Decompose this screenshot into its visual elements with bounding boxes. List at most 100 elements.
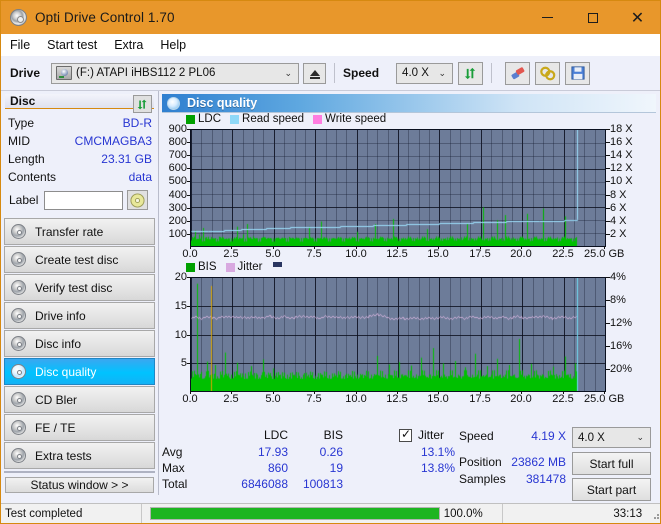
x-axis-tick-label: 7.5 [306,393,322,405]
disc-row-type: Type BD-R [8,114,152,132]
x-axis-tick-label: 5.0 [265,393,281,405]
sidebar-item-cd-bler[interactable]: CD Bler [4,386,155,413]
progress-bar-fill [150,508,439,519]
sidebar-item-label: CD Bler [35,392,78,407]
sidebar-item-fe-te[interactable]: FE / TE [4,414,155,441]
disc-row-value: CMCMAGBA3 [74,134,152,148]
x-axis-tick [480,246,481,249]
speed-label: Speed [343,66,380,80]
y-axis-tick [187,363,190,364]
stats-row-total-bis: 100813 [302,477,343,491]
x-axis-tick [563,246,564,249]
eject-icon [309,70,320,79]
status-bar: Test completed 100.0% 33:13 [1,503,660,523]
maximize-icon [587,12,598,23]
title-bar: Opti Drive Control 1.70 ✕ [1,1,660,34]
disc-label-button[interactable] [127,190,149,210]
resize-grip[interactable] [646,507,660,521]
sidebar-item-transfer-rate[interactable]: Transfer rate [4,218,155,245]
sidebar-item-label: Disc info [35,336,82,351]
start-part-button[interactable]: Start part [572,478,651,501]
disc-row-contents: Contents data [8,168,152,186]
drive-select[interactable]: (F:) ATAPI iHBS112 2 PL06 ⌄ [51,62,300,84]
y-axis-tick-label: 300 [168,202,187,214]
disc-row-value: 23.31 GB [101,152,152,166]
legend-item-read-speed: Read speed [230,113,304,125]
bitsetting-button[interactable] [535,61,561,85]
disc-info-list: Type BD-R MID CMCMAGBA3 Length 23.31 GB … [1,109,158,212]
speed-select[interactable]: 4.0 X ⌄ [396,62,454,84]
close-button[interactable]: ✕ [615,1,660,34]
x-axis-tick-label: 22.5 [552,248,574,260]
legend-label-bis: BIS [198,261,217,273]
y2-axis-tick-label: 20% [610,363,633,375]
x-axis-tick [356,391,357,394]
disc-refresh-button[interactable] [133,95,152,113]
transfer-rate-icon [11,224,26,239]
x-axis-tick-label: 10.0 [345,248,367,260]
minimize-button[interactable] [525,1,570,34]
y2-axis-tick [606,300,610,301]
x-axis-tick [521,391,522,394]
sidebar-item-verify-test-disc[interactable]: Verify test disc [4,274,155,301]
x-axis-tick [521,246,522,249]
bis-plot-area [190,277,606,392]
sidebar-item-extra-tests[interactable]: Extra tests [4,442,155,469]
sidebar-item-drive-info[interactable]: Drive info [4,302,155,329]
y-axis-tick [187,168,190,169]
start-full-button[interactable]: Start full [572,452,651,475]
sidebar-item-label: Disc quality [35,364,97,379]
content-area: Disc Type BD-R MID CMCMAGBA3 Length 23.3… [1,91,660,501]
x-axis-tick-label: 20.0 [510,393,532,405]
y-axis-tick [187,208,190,209]
menu-item-extra[interactable]: Extra [114,38,143,52]
y2-axis-tick [606,221,610,222]
stats-row-max-ldc: 860 [267,461,288,475]
y-axis-tick-label: 900 [168,123,187,135]
menu-item-start-test[interactable]: Start test [47,38,97,52]
save-button[interactable] [565,61,591,85]
legend-label-read-speed: Read speed [242,113,305,125]
menu-item-file[interactable]: File [10,38,30,52]
x-axis-tick-label: 15.0 [427,248,449,260]
disc-label-row: Label [8,190,152,210]
eject-button[interactable] [303,62,327,84]
stats-row-avg-label: Avg [162,445,183,459]
status-window-button[interactable]: Status window > > [5,477,154,493]
disc-label-input[interactable] [44,190,124,210]
app-icon [10,9,27,26]
maximize-button[interactable] [570,1,615,34]
y2-axis-tick-label: 4% [610,271,626,283]
x-axis-tick [438,246,439,249]
disc-row-key: Type [8,116,35,130]
disc-label-icon [130,192,145,208]
x-axis-tick-label: 15.0 [427,393,449,405]
extra-tests-icon [11,448,26,463]
test-speed-value: 4.0 X [578,431,605,444]
x-axis-tick [438,391,439,394]
jitter-checkbox[interactable] [399,427,412,442]
readout-speed-value: 4.19 X [531,429,566,443]
stats-col-bis: BIS [323,428,343,442]
x-axis-tick [190,391,191,394]
y-axis-tick-label: 10 [174,329,187,341]
create-test-disc-icon [11,252,26,267]
refresh-button[interactable] [458,61,484,85]
test-speed-select[interactable]: 4.0 X ⌄ [572,427,651,448]
menu-item-help[interactable]: Help [160,38,186,52]
window-controls: ✕ [525,1,660,34]
y-axis-tick-label: 400 [168,189,187,201]
sidebar-item-disc-info[interactable]: Disc info [4,330,155,357]
erase-button[interactable] [505,61,531,85]
x-axis-tick-label: 17.5 [469,248,491,260]
x-axis-tick-label: 25.0 GB [584,393,625,405]
sidebar-item-disc-quality[interactable]: Disc quality [4,358,155,385]
x-axis-tick [231,391,232,394]
sidebar-item-create-test-disc[interactable]: Create test disc [4,246,155,273]
disc-row-key: Contents [8,170,57,184]
toolbar-divider-1 [334,63,336,83]
x-axis-tick-label: 7.5 [306,248,322,260]
y2-axis-tick [606,129,610,130]
y-axis-tick-label: 5 [180,357,187,369]
stats-row-avg-jitter: 13.1% [420,445,455,459]
